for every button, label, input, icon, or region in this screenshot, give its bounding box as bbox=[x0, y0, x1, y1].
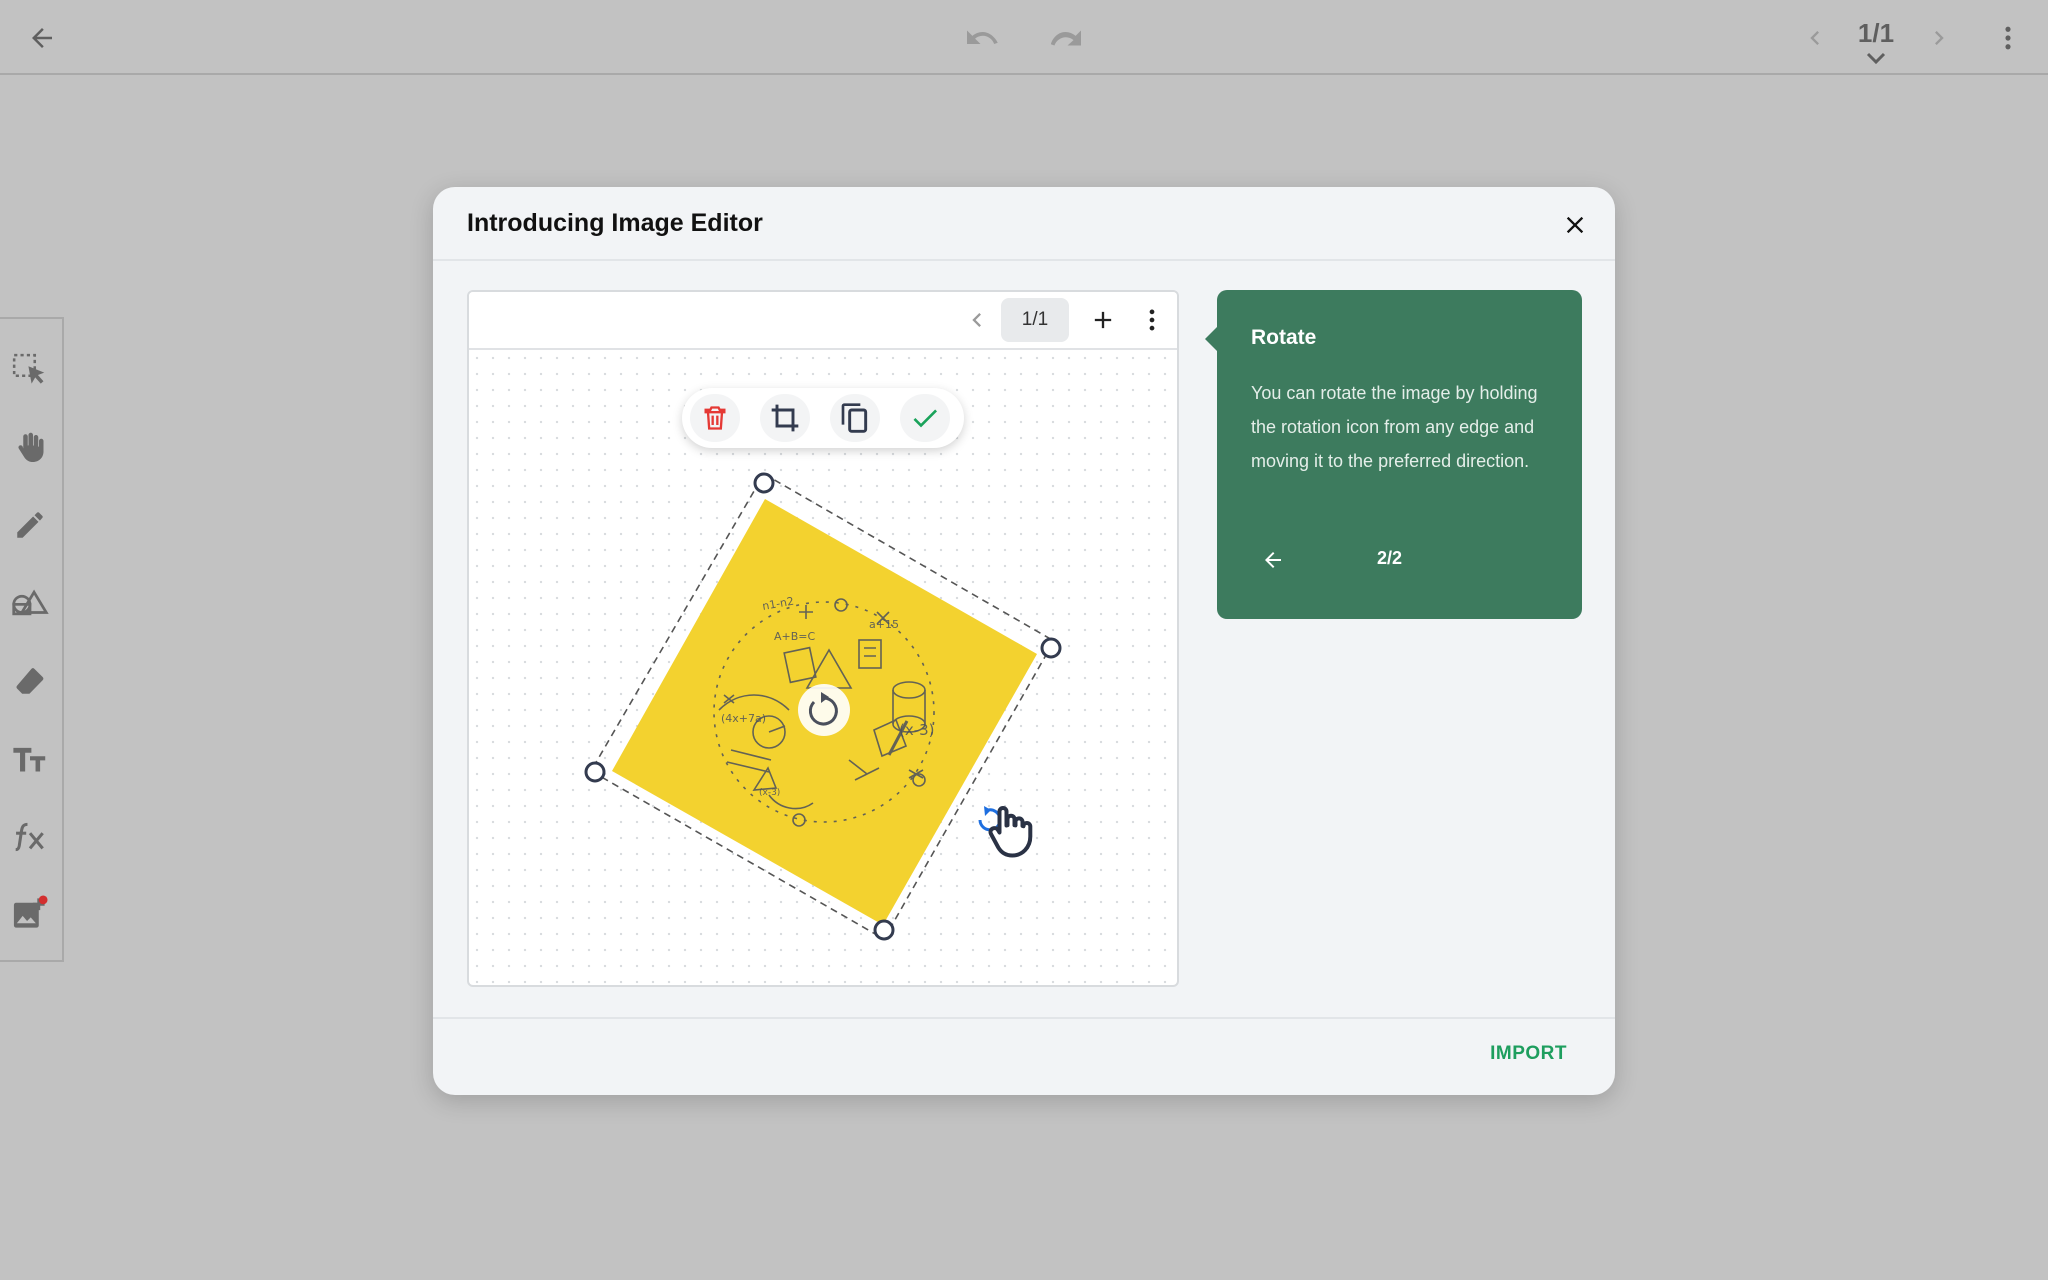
formula-icon bbox=[15, 822, 44, 852]
back-arrow-icon bbox=[32, 28, 52, 48]
redo-button[interactable] bbox=[1044, 18, 1088, 58]
pen-icon bbox=[17, 512, 43, 538]
svg-text:(x-3): (x-3) bbox=[899, 721, 935, 739]
coach-mark-card: Rotate You can rotate the image by holdi… bbox=[1205, 290, 1582, 619]
svg-text:(x-3): (x-3) bbox=[759, 788, 780, 798]
hand-icon bbox=[18, 432, 44, 462]
chevron-right-icon bbox=[1935, 31, 1944, 45]
confirm-icon bbox=[913, 409, 937, 428]
eraser-icon bbox=[16, 668, 44, 694]
arrow-left-icon bbox=[1265, 552, 1281, 568]
close-button[interactable] bbox=[1561, 211, 1589, 239]
undo-button[interactable] bbox=[960, 18, 1004, 58]
hand-tool[interactable] bbox=[10, 427, 50, 467]
next-page-button[interactable] bbox=[1924, 18, 1954, 58]
more-vert-icon bbox=[1149, 309, 1155, 331]
dialog-footer: IMPORT bbox=[433, 1017, 1615, 1095]
svg-text:a+15: a+15 bbox=[869, 618, 899, 631]
crop-image-button[interactable] bbox=[760, 394, 810, 442]
delete-icon bbox=[704, 406, 726, 430]
select-tool[interactable] bbox=[10, 351, 50, 391]
coach-mark-counter: 2/2 bbox=[1377, 548, 1403, 568]
redo-icon bbox=[1050, 30, 1081, 46]
image-icon bbox=[13, 895, 48, 928]
chevron-left-icon bbox=[972, 313, 981, 327]
eraser-tool[interactable] bbox=[10, 661, 50, 701]
page-menu-toggle[interactable] bbox=[1864, 50, 1888, 73]
page-indicator[interactable]: 1/1 bbox=[1846, 18, 1906, 49]
text-icon bbox=[13, 747, 46, 772]
duplicate-image-button[interactable] bbox=[830, 394, 880, 442]
rotate-handle-icon bbox=[978, 806, 1002, 832]
duplicate-icon bbox=[841, 403, 868, 433]
image-editor-dialog: Introducing Image Editor 1/1 n1-n2 a+15 … bbox=[433, 187, 1615, 1095]
dialog-header: Introducing Image Editor bbox=[433, 187, 1615, 261]
preview-page-indicator[interactable]: 1/1 bbox=[1001, 298, 1069, 342]
undo-icon bbox=[967, 30, 998, 44]
svg-text:A+B=C: A+B=C bbox=[774, 630, 816, 643]
image-action-bar bbox=[682, 388, 964, 448]
preview-toolbar: 1/1 bbox=[469, 292, 1177, 350]
pen-tool[interactable] bbox=[10, 505, 50, 545]
import-button[interactable]: IMPORT bbox=[1490, 1043, 1567, 1065]
dialog-title: Introducing Image Editor bbox=[467, 209, 763, 237]
more-vert-icon bbox=[2005, 26, 2011, 50]
formula-tool[interactable] bbox=[10, 817, 50, 857]
shapes-icon bbox=[12, 589, 49, 616]
coach-mark-title: Rotate bbox=[1251, 326, 1317, 349]
text-tool[interactable] bbox=[10, 739, 50, 779]
plus-icon bbox=[1094, 311, 1112, 329]
top-app-bar: 1/1 bbox=[0, 0, 2048, 75]
confirm-image-button[interactable] bbox=[900, 394, 950, 442]
add-page-button[interactable] bbox=[1089, 306, 1119, 336]
image-tool[interactable] bbox=[10, 893, 50, 933]
editor-preview: 1/1 n1-n2 a+15 (4x+7a) (x-3) A+B=C (x-3) bbox=[467, 290, 1179, 987]
previous-page-button[interactable] bbox=[1800, 18, 1830, 58]
delete-image-button[interactable] bbox=[690, 394, 740, 442]
crop-icon bbox=[771, 404, 799, 432]
close-icon bbox=[1566, 216, 1584, 234]
tool-rail bbox=[0, 317, 64, 962]
back-button[interactable] bbox=[22, 18, 62, 58]
select-icon bbox=[12, 353, 45, 384]
pointer-hand-icon bbox=[988, 806, 1033, 858]
preview-canvas: n1-n2 a+15 (4x+7a) (x-3) A+B=C (x-3) bbox=[469, 350, 1177, 985]
preview-more-button[interactable] bbox=[1139, 306, 1167, 336]
preview-prev-page-button[interactable] bbox=[963, 306, 993, 336]
chevron-left-icon bbox=[1810, 31, 1819, 45]
shapes-tool[interactable] bbox=[10, 583, 50, 623]
coach-mark-back-button[interactable] bbox=[1261, 548, 1285, 572]
chevron-down-icon bbox=[1866, 52, 1886, 65]
coach-mark-body: You can rotate the image by holding the … bbox=[1251, 383, 1538, 471]
svg-text:(4x+7a): (4x+7a) bbox=[721, 712, 766, 725]
more-options-button[interactable] bbox=[1994, 18, 2022, 58]
